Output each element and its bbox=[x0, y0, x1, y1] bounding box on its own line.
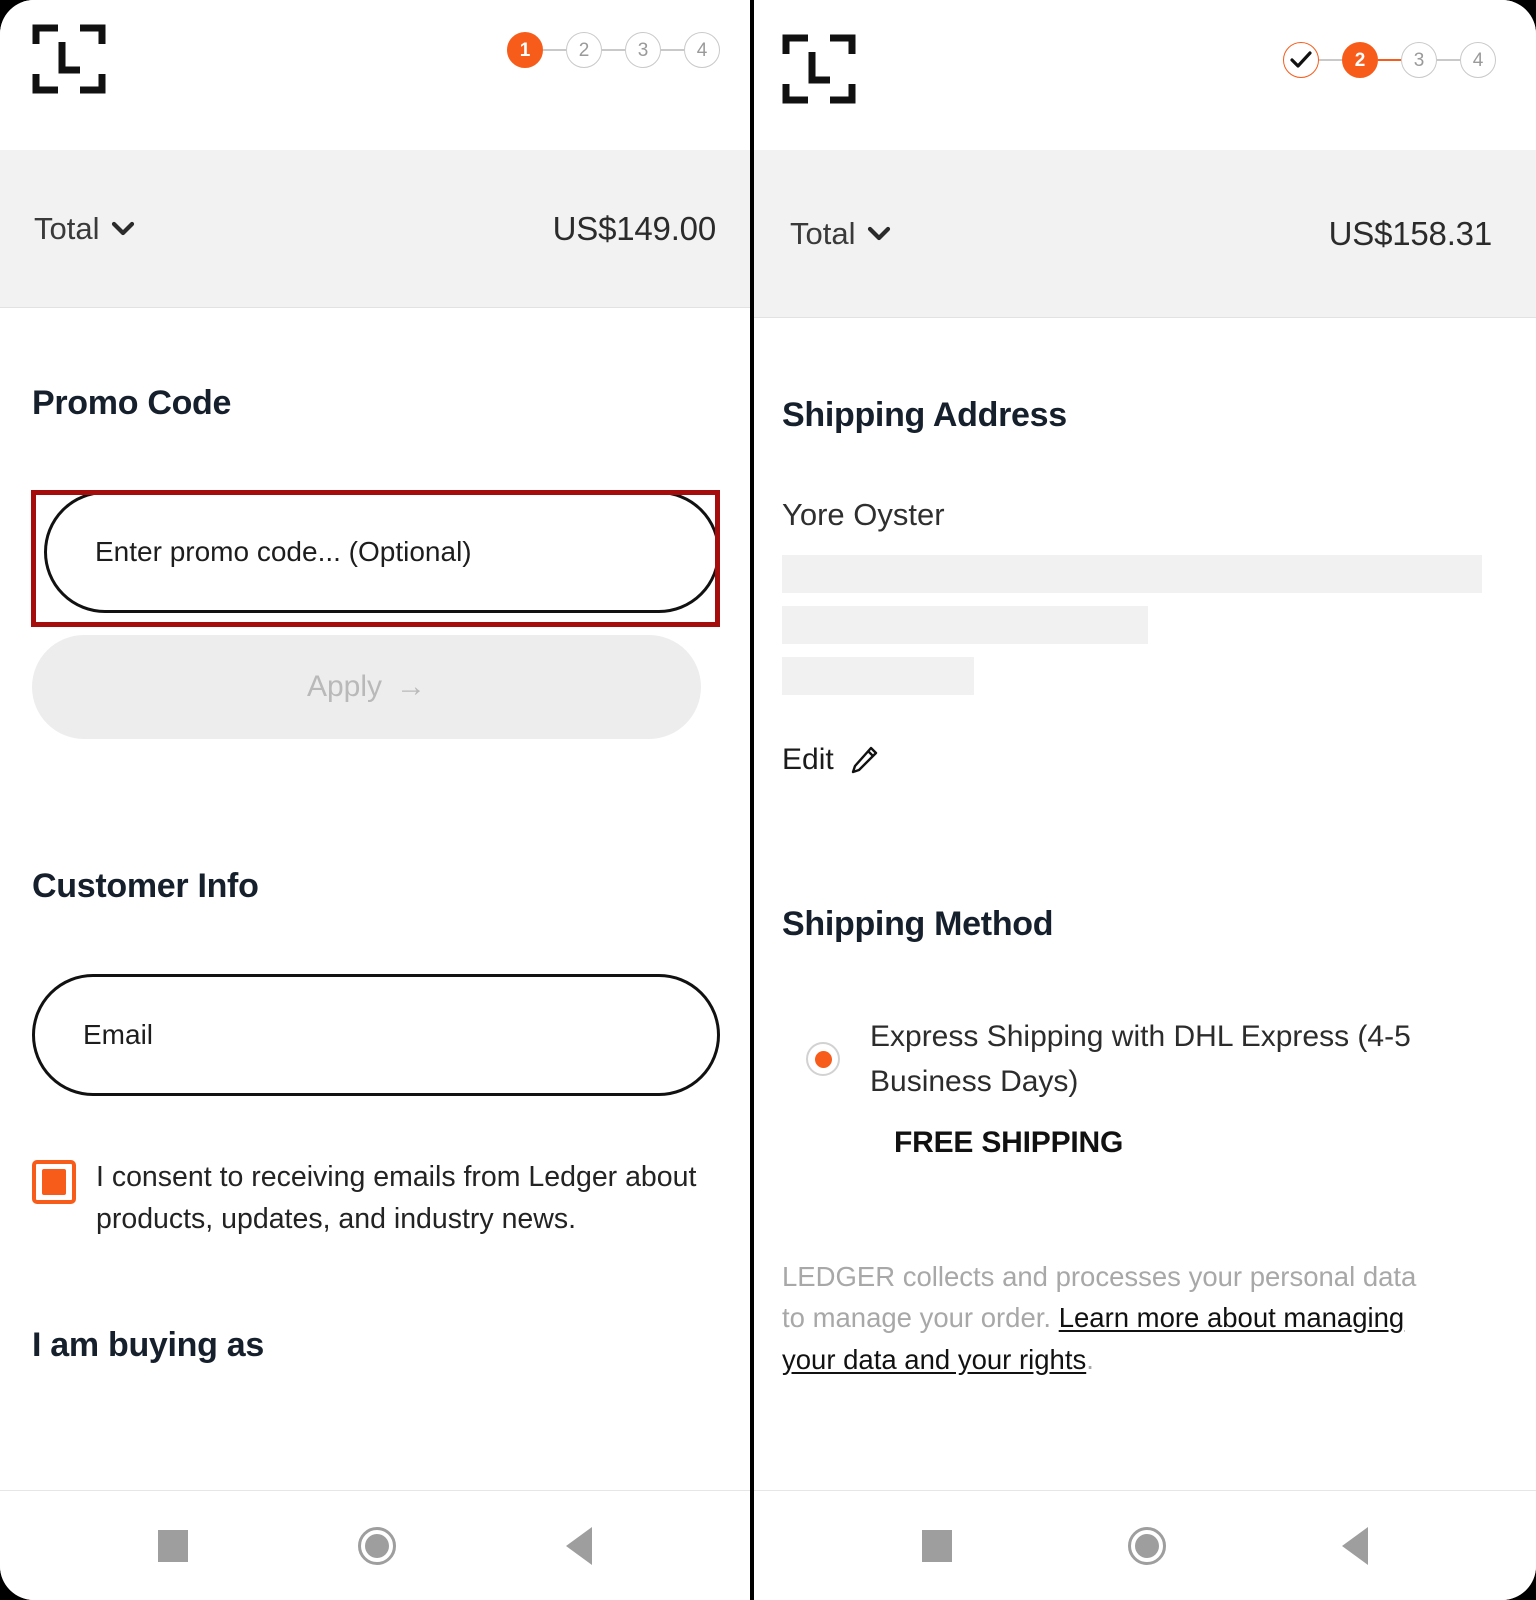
consent-label: I consent to receiving emails from Ledge… bbox=[96, 1161, 697, 1236]
home-circle-fill bbox=[365, 1533, 389, 1558]
step-3[interactable]: 3 bbox=[1401, 42, 1437, 78]
checkbox-checked-fill bbox=[42, 1169, 66, 1195]
privacy-legal-text: LEDGER collects and processes your perso… bbox=[782, 1256, 1442, 1380]
step-connector-1-2 bbox=[1319, 59, 1342, 61]
step-1[interactable]: 1 bbox=[507, 32, 543, 68]
android-navbar-left bbox=[0, 1490, 750, 1600]
redacted-address-line-1 bbox=[782, 555, 1482, 593]
shipping-method-label: Express Shipping with DHL Express (4-5 B… bbox=[870, 1020, 1411, 1098]
step-connector-2-3 bbox=[1378, 59, 1401, 61]
checkout-stepper-right: 2 3 4 bbox=[1283, 42, 1496, 78]
back-triangle-icon[interactable] bbox=[1342, 1526, 1368, 1565]
step-connector-2-3 bbox=[602, 49, 625, 51]
total-toggle-right[interactable]: Total bbox=[790, 216, 891, 252]
step-2[interactable]: 2 bbox=[1342, 42, 1378, 78]
total-label: Total bbox=[34, 210, 100, 246]
arrow-right-icon: → bbox=[396, 670, 427, 703]
shipping-method-radio[interactable] bbox=[806, 1042, 840, 1076]
step-3[interactable]: 3 bbox=[625, 32, 661, 68]
step-2-label: 2 bbox=[578, 39, 590, 61]
total-label: Total bbox=[790, 215, 856, 251]
redacted-address-line-2 bbox=[782, 606, 1148, 644]
checkout-stepper-left: 1 2 3 4 bbox=[507, 32, 720, 68]
ledger-logo-icon[interactable] bbox=[782, 32, 856, 106]
step-connector-1-2 bbox=[543, 49, 566, 51]
step-4[interactable]: 4 bbox=[1460, 42, 1496, 78]
step-4[interactable]: 4 bbox=[684, 32, 720, 68]
step-1-completed[interactable] bbox=[1283, 42, 1319, 78]
step-connector-3-4 bbox=[1437, 59, 1460, 61]
chevron-down-icon bbox=[112, 221, 135, 235]
pencil-icon bbox=[851, 746, 877, 774]
shipping-recipient-name: Yore Oyster bbox=[782, 497, 945, 532]
step-connector-3-4 bbox=[661, 49, 684, 51]
step-4-label: 4 bbox=[1472, 49, 1484, 71]
shipping-method-heading: Shipping Method bbox=[782, 905, 1054, 943]
redacted-address-line-3 bbox=[782, 657, 974, 695]
promo-code-input[interactable]: Enter promo code... (Optional) bbox=[44, 491, 720, 613]
total-amount-left: US$149.00 bbox=[552, 209, 717, 247]
shipping-method-price: FREE SHIPPING bbox=[894, 1126, 1124, 1159]
step-3-label: 3 bbox=[637, 39, 649, 61]
order-total-bar-right[interactable]: Total US$158.31 bbox=[754, 150, 1536, 318]
android-navbar-right bbox=[754, 1490, 1536, 1600]
edit-label: Edit bbox=[782, 743, 834, 776]
shipping-method-option[interactable]: Express Shipping with DHL Express (4-5 B… bbox=[782, 1014, 1500, 1104]
back-triangle-icon[interactable] bbox=[566, 1526, 592, 1565]
recents-square-icon[interactable] bbox=[158, 1529, 188, 1562]
right-phone-screen: 2 3 4 Total US$158.31 Shipping Address Y… bbox=[754, 0, 1536, 1600]
left-phone-screen: 1 2 3 4 Total US$149.00 Promo Code Enter… bbox=[0, 0, 750, 1600]
left-top-bar: 1 2 3 4 bbox=[0, 0, 750, 150]
consent-checkbox[interactable] bbox=[32, 1160, 76, 1204]
legal-text-after: . bbox=[1086, 1343, 1094, 1375]
step-2-label: 2 bbox=[1354, 49, 1366, 71]
step-4-label: 4 bbox=[696, 39, 708, 61]
total-toggle-left[interactable]: Total bbox=[34, 211, 135, 247]
left-content: Promo Code Enter promo code... (Optional… bbox=[0, 308, 750, 1490]
edit-address-button[interactable]: Edit bbox=[782, 743, 880, 777]
panel-divider bbox=[750, 0, 754, 1600]
apply-promo-button[interactable]: Apply → bbox=[32, 635, 701, 739]
apply-label: Apply bbox=[306, 670, 383, 703]
ledger-logo-icon[interactable] bbox=[32, 22, 106, 96]
home-circle-icon[interactable] bbox=[358, 1526, 396, 1565]
shipping-address-heading: Shipping Address bbox=[782, 396, 1067, 434]
order-total-bar-left[interactable]: Total US$149.00 bbox=[0, 150, 750, 308]
email-placeholder: Email bbox=[83, 1019, 154, 1050]
right-content: Shipping Address Yore Oyster Edit Shippi… bbox=[754, 318, 1536, 1490]
right-top-bar: 2 3 4 bbox=[754, 0, 1536, 150]
step-3-label: 3 bbox=[1413, 49, 1425, 71]
home-circle-fill bbox=[1135, 1533, 1159, 1558]
marketing-consent-row[interactable]: I consent to receiving emails from Ledge… bbox=[32, 1156, 718, 1240]
radio-selected-dot bbox=[814, 1050, 832, 1068]
recents-square-icon[interactable] bbox=[922, 1529, 952, 1562]
buying-as-heading: I am buying as bbox=[32, 1326, 264, 1365]
promo-code-heading: Promo Code bbox=[32, 384, 232, 422]
total-amount-right: US$158.31 bbox=[1328, 214, 1493, 252]
check-icon bbox=[1290, 51, 1312, 68]
customer-info-heading: Customer Info bbox=[32, 867, 259, 905]
step-1-label: 1 bbox=[519, 39, 531, 61]
promo-input-wrap: Enter promo code... (Optional) bbox=[31, 490, 720, 627]
email-input[interactable]: Email bbox=[32, 974, 720, 1096]
dual-screenshot-container: 1 2 3 4 Total US$149.00 Promo Code Enter… bbox=[0, 0, 1536, 1600]
step-2[interactable]: 2 bbox=[566, 32, 602, 68]
chevron-down-icon bbox=[868, 226, 891, 240]
home-circle-icon[interactable] bbox=[1128, 1526, 1166, 1565]
promo-code-placeholder: Enter promo code... (Optional) bbox=[95, 536, 472, 567]
